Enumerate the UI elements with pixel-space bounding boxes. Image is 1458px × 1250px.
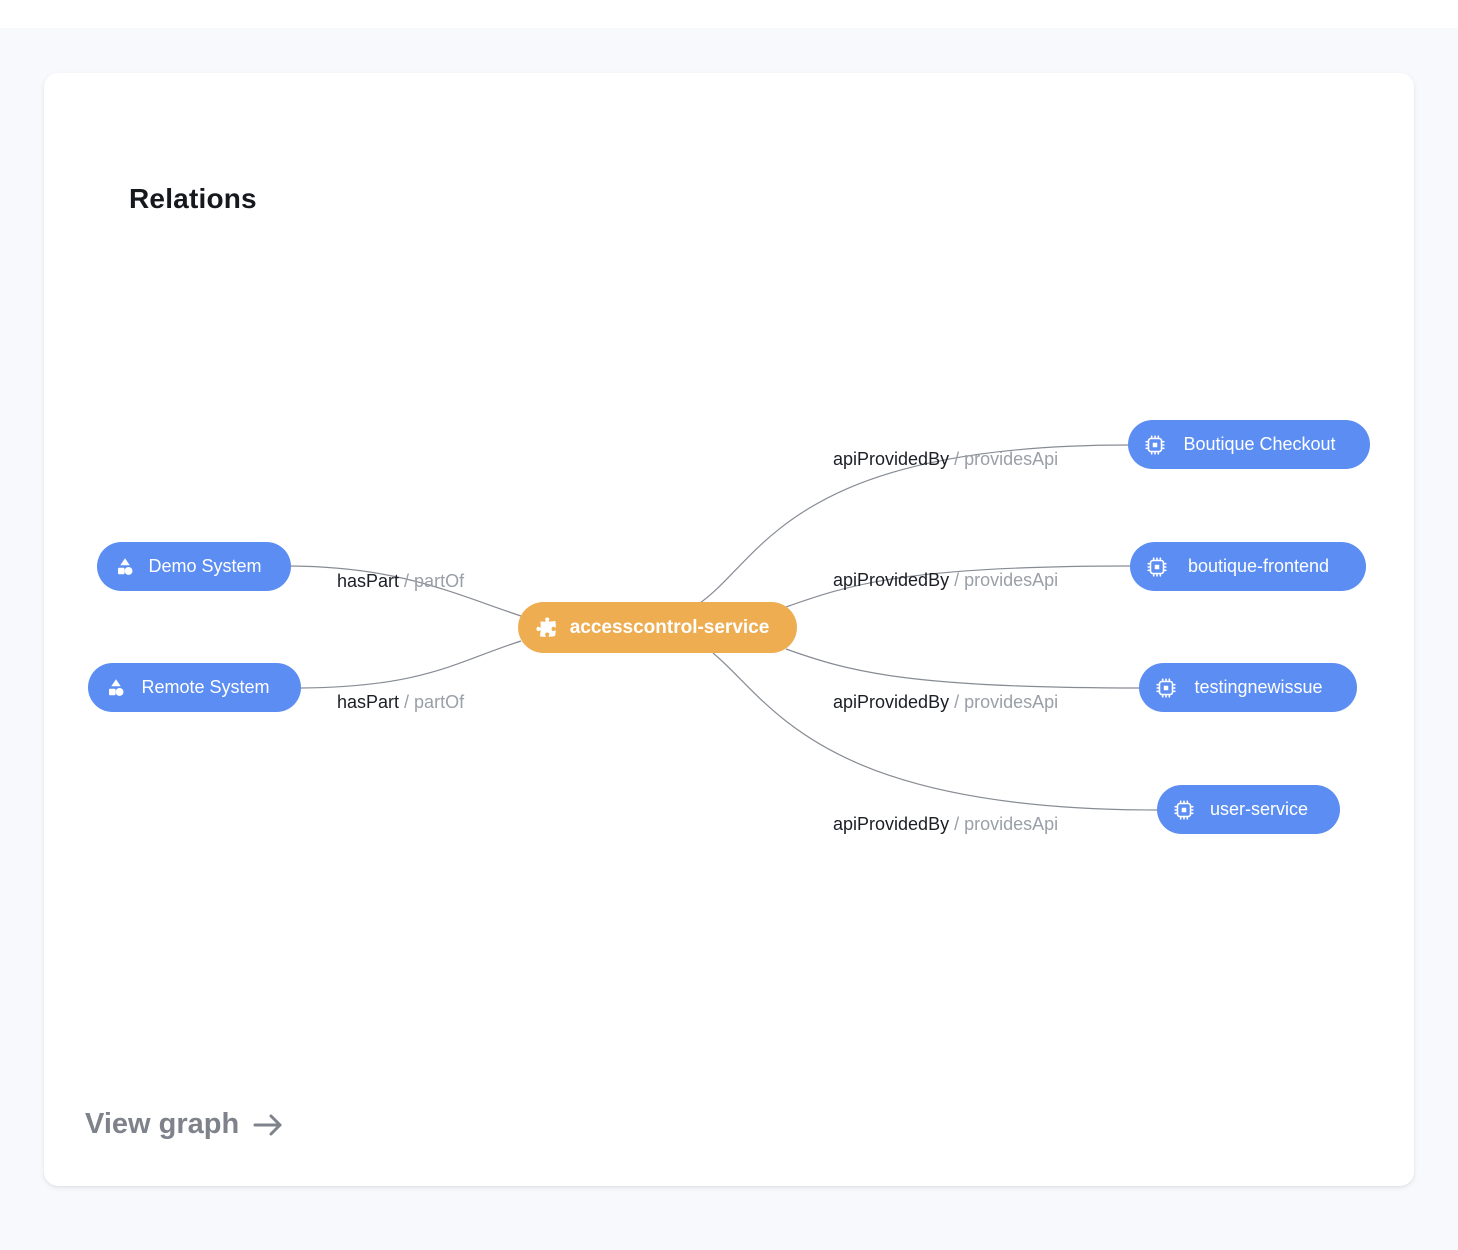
node-label: accesscontrol-service	[558, 617, 781, 639]
node-label: Demo System	[135, 556, 275, 577]
node-user-service[interactable]: user-service	[1157, 785, 1340, 834]
edge-label-api-boutique-checkout: apiProvidedBy/ providesApi	[833, 449, 1058, 470]
view-graph-label: View graph	[85, 1108, 239, 1141]
node-demo-system[interactable]: Demo System	[97, 542, 291, 591]
edge-label-haspart-remote: hasPart/ partOf	[337, 692, 464, 713]
edge-label-primary: hasPart	[337, 571, 399, 591]
edge-label-primary: apiProvidedBy	[833, 814, 949, 834]
edge-label-api-user-service: apiProvidedBy/ providesApi	[833, 814, 1058, 835]
card-title: Relations	[129, 183, 257, 215]
node-label: boutique-frontend	[1167, 556, 1350, 577]
shapes-icon	[105, 677, 126, 698]
node-accesscontrol-service[interactable]: accesscontrol-service	[518, 602, 797, 653]
chip-icon	[1156, 678, 1176, 698]
edge-label-primary: apiProvidedBy	[833, 692, 949, 712]
edge-label-api-testingnewissue: apiProvidedBy/ providesApi	[833, 692, 1058, 713]
edge-label-secondary: / partOf	[404, 692, 464, 712]
node-label: Remote System	[126, 677, 285, 698]
edge-label-haspart-demo: hasPart/ partOf	[337, 571, 464, 592]
node-remote-system[interactable]: Remote System	[88, 663, 301, 712]
node-boutique-checkout[interactable]: Boutique Checkout	[1128, 420, 1370, 469]
node-boutique-frontend[interactable]: boutique-frontend	[1130, 542, 1366, 591]
edge-label-secondary: / providesApi	[954, 692, 1058, 712]
puzzle-icon	[535, 616, 558, 639]
edge-label-primary: apiProvidedBy	[833, 570, 949, 590]
edge-label-secondary: / providesApi	[954, 449, 1058, 469]
shapes-icon	[114, 556, 135, 577]
edge-label-api-boutique-frontend: apiProvidedBy/ providesApi	[833, 570, 1058, 591]
arrow-right-icon	[251, 1110, 285, 1140]
node-label: testingnewissue	[1176, 677, 1341, 698]
edge-label-secondary: / partOf	[404, 571, 464, 591]
top-strip	[0, 0, 1458, 28]
edge-label-primary: hasPart	[337, 692, 399, 712]
node-label: Boutique Checkout	[1165, 434, 1354, 455]
edge-label-secondary: / providesApi	[954, 570, 1058, 590]
node-label: user-service	[1194, 799, 1324, 820]
node-testingnewissue[interactable]: testingnewissue	[1139, 663, 1357, 712]
edge-label-secondary: / providesApi	[954, 814, 1058, 834]
chip-icon	[1174, 800, 1194, 820]
edge-label-primary: apiProvidedBy	[833, 449, 949, 469]
chip-icon	[1145, 435, 1165, 455]
view-graph-link[interactable]: View graph	[85, 1108, 285, 1141]
chip-icon	[1147, 557, 1167, 577]
